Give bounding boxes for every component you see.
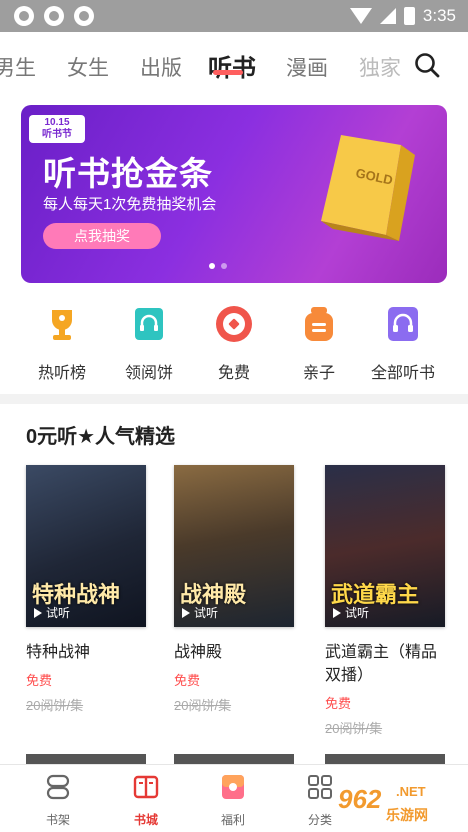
free-tag: 免费 bbox=[26, 673, 53, 688]
play-icon bbox=[182, 607, 190, 618]
bag-icon bbox=[305, 307, 333, 341]
tab-comics[interactable]: 漫画 bbox=[286, 52, 328, 82]
status-bar: 3:35 bbox=[0, 0, 468, 32]
pager-dot bbox=[209, 263, 215, 269]
nav-bookstore[interactable]: 书城 bbox=[116, 773, 176, 828]
quick-link-all-audiobooks[interactable]: 全部听书 bbox=[358, 304, 448, 383]
headphone-icon bbox=[388, 307, 418, 341]
section-divider bbox=[0, 394, 468, 404]
top-nav: 男生 女生 出版 听书 漫画 独家 bbox=[0, 32, 468, 92]
book-title: 武道霸主（精品双播） bbox=[325, 644, 438, 684]
nav-label: 福利 bbox=[220, 813, 245, 827]
tab-girls[interactable]: 女生 bbox=[67, 52, 109, 82]
banner-badge-date: 10.15 bbox=[44, 117, 70, 128]
book-cover[interactable]: 武道霸主 试听 bbox=[325, 465, 445, 627]
try-listen-label: 试听 bbox=[194, 606, 219, 620]
quick-link-kids[interactable]: 亲子 bbox=[274, 304, 364, 383]
ticket-icon bbox=[135, 308, 163, 340]
free-tag: 免费 bbox=[174, 673, 201, 688]
lottery-button[interactable]: 点我抽奖 bbox=[43, 223, 161, 249]
signal-icon bbox=[379, 8, 396, 24]
try-listen-label: 试听 bbox=[345, 606, 370, 620]
watermark-text: 乐游网 bbox=[386, 807, 428, 823]
book-cover[interactable]: 战神殿 试听 bbox=[174, 465, 294, 627]
original-price: 20阅饼/集 bbox=[26, 698, 84, 713]
quick-link-label: 领阅饼 bbox=[124, 365, 173, 382]
notification-icon bbox=[74, 6, 94, 26]
tab-audiobook[interactable]: 听书 bbox=[208, 48, 256, 83]
quick-link-label: 热听榜 bbox=[37, 365, 86, 382]
try-listen[interactable]: 试听 bbox=[34, 604, 70, 621]
battery-icon bbox=[403, 7, 415, 25]
gift-icon bbox=[222, 775, 244, 799]
book-cover[interactable]: 特种战神 试听 bbox=[26, 465, 146, 627]
notification-icon bbox=[14, 6, 34, 26]
free-icon bbox=[216, 306, 252, 342]
clock: 3:35 bbox=[422, 6, 456, 25]
book-card[interactable]: 战神殿 试听 战神殿 免费 20阅饼/集 bbox=[174, 465, 304, 714]
play-icon bbox=[333, 607, 341, 618]
wifi-icon bbox=[349, 8, 372, 24]
free-tag: 免费 bbox=[325, 696, 352, 711]
original-price: 20阅饼/集 bbox=[325, 721, 383, 736]
book-title: 特种战神 bbox=[26, 644, 91, 661]
notification-icon bbox=[44, 6, 64, 26]
next-book-cover[interactable] bbox=[174, 754, 294, 764]
main-content: 10.15 听书节 听书抢金条 每人每天1次免费抽奖机会 点我抽奖 GOLD 热… bbox=[0, 92, 468, 764]
try-listen[interactable]: 试听 bbox=[182, 604, 218, 621]
tab-boys[interactable]: 男生 bbox=[0, 52, 36, 82]
nav-label: 书架 bbox=[45, 813, 70, 827]
active-tab-indicator bbox=[213, 70, 243, 75]
pager-dot bbox=[221, 263, 227, 269]
tab-publish[interactable]: 出版 bbox=[140, 52, 182, 82]
quick-link-free[interactable]: 免费 bbox=[189, 304, 279, 383]
section-title: 0元听★人气精选 bbox=[26, 426, 176, 448]
next-book-cover[interactable] bbox=[26, 754, 146, 764]
svg-text:962: 962 bbox=[338, 784, 382, 814]
try-listen-label: 试听 bbox=[46, 606, 71, 620]
promo-banner[interactable]: 10.15 听书节 听书抢金条 每人每天1次免费抽奖机会 点我抽奖 GOLD bbox=[21, 105, 447, 283]
banner-badge: 10.15 听书节 bbox=[29, 115, 85, 143]
try-listen[interactable]: 试听 bbox=[333, 604, 369, 621]
quick-link-coupon[interactable]: 领阅饼 bbox=[104, 304, 194, 383]
gold-bar-image: GOLD bbox=[321, 135, 415, 241]
banner-title: 听书抢金条 bbox=[43, 155, 213, 192]
nav-label: 书城 bbox=[133, 813, 158, 827]
trophy-icon bbox=[52, 310, 72, 340]
bookstore-icon bbox=[133, 775, 159, 799]
quick-link-label: 免费 bbox=[217, 365, 250, 382]
book-card[interactable]: 武道霸主 试听 武道霸主（精品双播） 免费 20阅饼/集 bbox=[325, 465, 447, 737]
bookshelf-icon bbox=[46, 774, 70, 800]
quick-link-label: 全部听书 bbox=[370, 365, 435, 382]
play-icon bbox=[34, 607, 42, 618]
banner-badge-label: 听书节 bbox=[42, 129, 72, 140]
original-price: 20阅饼/集 bbox=[174, 698, 232, 713]
banner-subtitle: 每人每天1次免费抽奖机会 bbox=[43, 196, 217, 213]
notification-icons bbox=[14, 6, 94, 26]
quick-link-label: 亲子 bbox=[302, 365, 335, 382]
quick-link-hot[interactable]: 热听榜 bbox=[17, 304, 107, 383]
status-right: 3:35 bbox=[349, 6, 456, 26]
nav-welfare[interactable]: 福利 bbox=[203, 773, 263, 828]
svg-text:.NET: .NET bbox=[396, 784, 426, 799]
search-icon[interactable] bbox=[414, 52, 440, 78]
tab-exclusive[interactable]: 独家 bbox=[359, 52, 401, 82]
book-title: 战神殿 bbox=[174, 644, 223, 661]
book-card[interactable]: 特种战神 试听 特种战神 免费 20阅饼/集 bbox=[26, 465, 156, 714]
nav-bookshelf[interactable]: 书架 bbox=[28, 773, 88, 828]
banner-pager bbox=[209, 263, 227, 269]
next-book-cover[interactable] bbox=[325, 754, 445, 764]
